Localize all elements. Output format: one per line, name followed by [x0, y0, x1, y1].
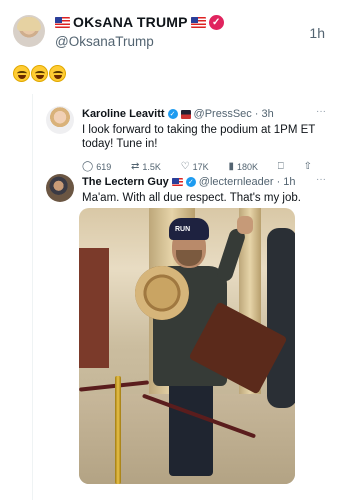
photo-lectern-seal [135, 266, 189, 320]
bookmark-icon: ⎕ [277, 161, 284, 172]
author-name-row[interactable]: OKsANA TRUMP ✓ [55, 14, 224, 30]
photo-rope [79, 380, 150, 392]
main-post: OKsANA TRUMP ✓ @OksanaTrump 1h Karoline … [0, 0, 339, 500]
reply-button[interactable]: ◯ 619 [82, 161, 112, 173]
laughing-emoji-icon [49, 65, 66, 82]
like-button[interactable]: ♡ 17K [180, 161, 209, 173]
share-button[interactable]: ⇧ [304, 162, 312, 172]
verified-badge-icon: ✓ [208, 14, 224, 30]
quoted-author-handle[interactable]: @PressSec [194, 108, 252, 120]
share-icon: ⇧ [303, 161, 312, 172]
photo-wall [79, 248, 109, 368]
photo-stanchion [115, 376, 121, 484]
photo-person-hat: RUN [169, 218, 209, 240]
photo-person-background [267, 228, 295, 408]
reply-author-row[interactable]: The Lectern Guy ✓ @lecternleader · 1h [82, 176, 295, 188]
more-icon[interactable]: ··· [316, 174, 326, 185]
repost-count: 1.5K [142, 162, 161, 172]
verified-badge-icon: ✓ [185, 177, 196, 187]
photo-person-hand [237, 216, 253, 234]
quoted-time[interactable]: 3h [261, 108, 273, 120]
photo-person-legs [169, 378, 213, 476]
avatar[interactable] [13, 15, 45, 47]
repost-button[interactable]: ⇄ 1.5K [131, 161, 161, 173]
quoted-author-row[interactable]: Karoline Leavitt ✓ @PressSec · 3h [82, 108, 274, 120]
separator-dot: · [254, 108, 259, 120]
reply-icon: ◯ [82, 161, 94, 172]
laughing-emoji-icon [13, 65, 30, 82]
post-time[interactable]: 1h [309, 25, 325, 41]
attached-photo[interactable]: RUN [79, 208, 295, 484]
author-handle[interactable]: @OksanaTrump [55, 34, 154, 49]
reply-count: 619 [96, 162, 112, 172]
laughing-emoji-icon [31, 65, 48, 82]
avatar[interactable] [46, 106, 74, 134]
quoted-text: I look forward to taking the podium at 1… [82, 124, 316, 150]
views-icon: ▮ [228, 161, 234, 172]
heart-icon: ♡ [180, 161, 190, 172]
us-flag-icon [171, 178, 183, 186]
repost-icon: ⇄ [131, 161, 140, 172]
action-bar: ◯ 619 ⇄ 1.5K ♡ 17K ▮ 180K ⎕ ⇧ [82, 161, 312, 173]
government-badge-icon [180, 109, 191, 119]
post-text [13, 65, 66, 82]
avatar[interactable] [46, 174, 74, 202]
like-count: 17K [192, 162, 209, 172]
reply-time[interactable]: 1h [283, 176, 295, 188]
more-icon[interactable]: ··· [316, 106, 326, 117]
photo-hat-text: RUN [175, 226, 191, 233]
quoted-author-name[interactable]: Karoline Leavitt [82, 108, 165, 120]
separator-dot: · [276, 176, 281, 188]
views-count: 180K [236, 162, 259, 172]
quoted-thread[interactable]: Karoline Leavitt ✓ @PressSec · 3h ··· I … [32, 94, 332, 500]
reply-author-name[interactable]: The Lectern Guy [82, 176, 169, 188]
bookmark-button[interactable]: ⎕ [278, 162, 284, 172]
reply-author-handle[interactable]: @lecternleader [199, 176, 274, 188]
display-name[interactable]: OKsANA TRUMP [73, 14, 188, 30]
us-flag-icon [190, 16, 206, 28]
us-flag-icon [55, 16, 70, 28]
views-button[interactable]: ▮ 180K [228, 161, 259, 173]
reply-text: Ma'am. With all due respect. That's my j… [82, 192, 301, 204]
verified-badge-icon: ✓ [167, 109, 178, 119]
